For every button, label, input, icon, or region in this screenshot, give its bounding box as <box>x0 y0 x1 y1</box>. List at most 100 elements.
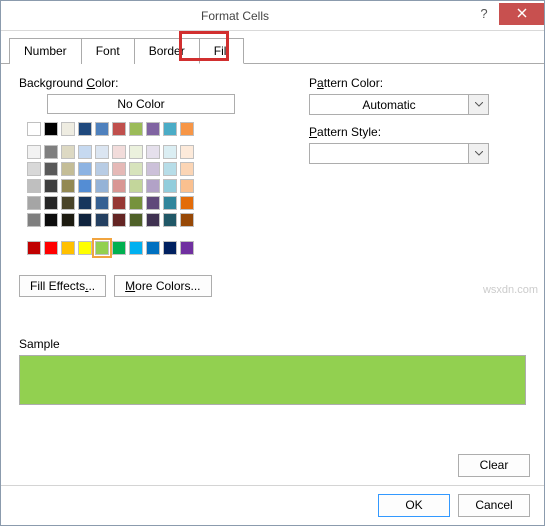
color-swatch[interactable] <box>95 196 109 210</box>
close-icon <box>517 7 527 21</box>
color-swatch[interactable] <box>180 179 194 193</box>
color-swatch[interactable] <box>95 241 109 255</box>
color-swatch[interactable] <box>95 162 109 176</box>
color-swatch[interactable] <box>44 145 58 159</box>
dialog-title: Format Cells <box>1 9 469 23</box>
clear-button[interactable]: Clear <box>458 454 530 477</box>
color-swatch[interactable] <box>129 241 143 255</box>
color-swatch[interactable] <box>146 241 160 255</box>
pattern-style-select[interactable] <box>309 143 489 164</box>
color-swatch[interactable] <box>78 196 92 210</box>
color-swatch[interactable] <box>61 162 75 176</box>
format-cells-dialog: Format Cells ? Number Font Border Fill B… <box>0 0 545 526</box>
color-swatch[interactable] <box>163 162 177 176</box>
color-swatch[interactable] <box>44 213 58 227</box>
sample-box <box>19 355 526 405</box>
color-swatch[interactable] <box>129 162 143 176</box>
cancel-button[interactable]: Cancel <box>458 494 530 517</box>
color-swatch[interactable] <box>112 145 126 159</box>
sample-label: Sample <box>19 337 526 351</box>
more-colors-button[interactable]: More Colors... <box>114 275 211 297</box>
color-swatch[interactable] <box>129 145 143 159</box>
color-swatch[interactable] <box>112 213 126 227</box>
color-swatch[interactable] <box>180 241 194 255</box>
color-swatch[interactable] <box>78 122 92 136</box>
color-swatch[interactable] <box>78 213 92 227</box>
color-swatch[interactable] <box>146 196 160 210</box>
color-swatch[interactable] <box>78 145 92 159</box>
color-swatch[interactable] <box>44 241 58 255</box>
color-swatch[interactable] <box>27 241 41 255</box>
ok-button[interactable]: OK <box>378 494 450 517</box>
standard-color-row <box>27 241 269 255</box>
color-swatch[interactable] <box>112 196 126 210</box>
color-swatch[interactable] <box>112 241 126 255</box>
color-swatch[interactable] <box>180 122 194 136</box>
bgcolor-label-text: Background Color: <box>19 76 118 90</box>
color-swatch[interactable] <box>27 213 41 227</box>
color-swatch[interactable] <box>129 213 143 227</box>
color-swatch[interactable] <box>112 122 126 136</box>
footer-clear: Clear <box>1 446 544 485</box>
pattern-color-select[interactable]: Automatic <box>309 94 489 115</box>
tab-fill[interactable]: Fill <box>199 38 244 64</box>
tab-number[interactable]: Number <box>9 38 82 64</box>
color-swatch[interactable] <box>146 162 160 176</box>
pattern-section: Pattern Color: Automatic Pattern Style: <box>309 76 526 297</box>
color-swatch[interactable] <box>180 162 194 176</box>
color-swatch[interactable] <box>44 122 58 136</box>
color-swatch[interactable] <box>61 196 75 210</box>
color-swatch[interactable] <box>180 213 194 227</box>
color-swatch[interactable] <box>27 196 41 210</box>
color-swatch[interactable] <box>112 179 126 193</box>
color-swatch[interactable] <box>146 122 160 136</box>
color-swatch[interactable] <box>163 122 177 136</box>
color-swatch[interactable] <box>61 213 75 227</box>
color-swatch[interactable] <box>95 122 109 136</box>
color-swatch[interactable] <box>27 145 41 159</box>
color-swatch[interactable] <box>163 179 177 193</box>
bgcolor-section: Background Color: No Color Fill Effects.… <box>19 76 269 297</box>
color-swatch[interactable] <box>163 241 177 255</box>
tab-font[interactable]: Font <box>81 38 135 64</box>
color-swatch[interactable] <box>78 241 92 255</box>
color-swatch[interactable] <box>146 179 160 193</box>
close-button[interactable] <box>499 3 544 25</box>
color-swatch[interactable] <box>95 213 109 227</box>
color-swatch[interactable] <box>180 145 194 159</box>
color-swatch[interactable] <box>95 179 109 193</box>
bgcolor-label: Background Color: <box>19 76 269 90</box>
color-swatch[interactable] <box>112 162 126 176</box>
color-swatch[interactable] <box>44 179 58 193</box>
color-swatch[interactable] <box>180 196 194 210</box>
color-swatch[interactable] <box>44 196 58 210</box>
tab-border[interactable]: Border <box>134 38 200 64</box>
tab-content-fill: Background Color: No Color Fill Effects.… <box>1 64 544 446</box>
color-swatch[interactable] <box>129 122 143 136</box>
color-swatch[interactable] <box>163 213 177 227</box>
color-swatch[interactable] <box>129 196 143 210</box>
color-swatch[interactable] <box>163 196 177 210</box>
color-swatch[interactable] <box>44 162 58 176</box>
color-swatch[interactable] <box>27 179 41 193</box>
color-swatch[interactable] <box>27 162 41 176</box>
fill-effects-button[interactable]: Fill Effects... <box>19 275 106 297</box>
color-swatch[interactable] <box>78 179 92 193</box>
color-swatch[interactable] <box>146 145 160 159</box>
tab-strip: Number Font Border Fill <box>1 31 544 64</box>
color-swatch[interactable] <box>27 122 41 136</box>
color-swatch[interactable] <box>129 179 143 193</box>
chevron-down-icon <box>468 144 488 163</box>
color-swatch[interactable] <box>61 122 75 136</box>
no-color-button[interactable]: No Color <box>47 94 235 114</box>
color-swatch[interactable] <box>61 145 75 159</box>
color-swatch[interactable] <box>61 179 75 193</box>
help-button[interactable]: ? <box>469 3 499 25</box>
color-swatch[interactable] <box>78 162 92 176</box>
color-swatch[interactable] <box>146 213 160 227</box>
color-swatch[interactable] <box>61 241 75 255</box>
theme-color-grid <box>27 122 269 227</box>
color-swatch[interactable] <box>163 145 177 159</box>
color-swatch[interactable] <box>95 145 109 159</box>
pattern-color-label: Pattern Color: <box>309 76 526 90</box>
